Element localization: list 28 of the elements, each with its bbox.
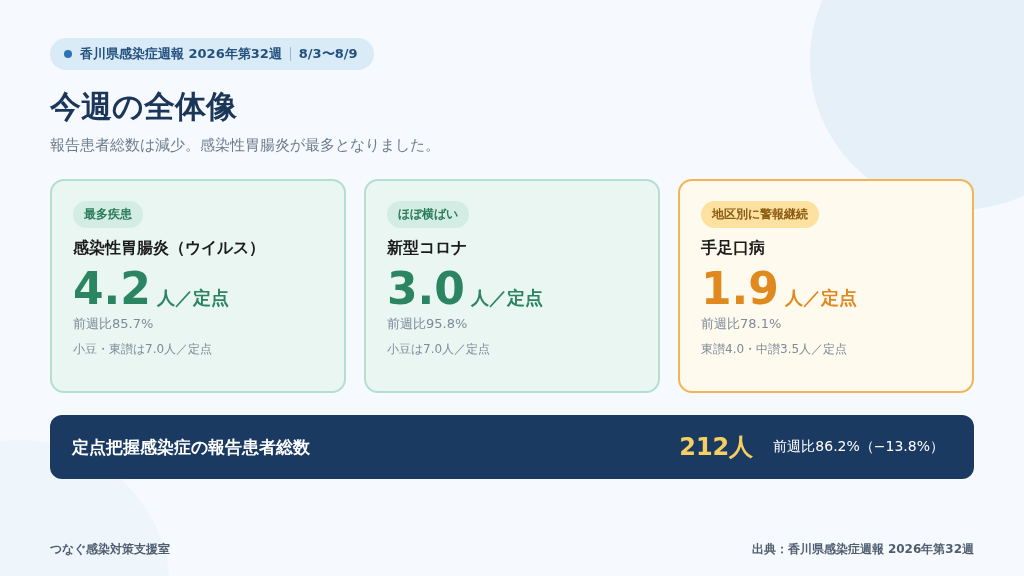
status-badge: 最多疾患 <box>73 201 143 228</box>
total-change: 前週比86.2%（−13.8%） <box>773 438 944 456</box>
rate-value: 1.9 <box>701 265 779 314</box>
week-ratio: 前週比85.7% <box>73 315 154 334</box>
status-badge: 地区別に警報継続 <box>701 201 819 228</box>
rate-unit: 人／定点 <box>784 286 857 310</box>
week-ratio: 前週比78.1% <box>701 315 782 334</box>
rate-unit: 人／定点 <box>156 286 229 310</box>
report-period: 8/3〜8/9 <box>298 45 358 63</box>
total-label: 定点把握感染症の報告患者総数 <box>72 435 311 459</box>
disease-name: 新型コロナ <box>387 238 467 259</box>
rate-unit: 人／定点 <box>470 286 543 310</box>
week-ratio: 前週比95.8% <box>387 315 468 334</box>
status-badge: ほぼ横ばい <box>387 201 469 228</box>
page-subtitle: 報告患者総数は減少。感染性胃腸炎が最多となりました。 <box>50 136 441 155</box>
organization-name: つなぐ感染対策支援室 <box>50 541 170 558</box>
rate-value: 3.0 <box>387 265 465 314</box>
source-note: 出典：香川県感染症週報 2026年第32週 <box>751 541 974 558</box>
disease-name: 手足口病 <box>701 238 765 259</box>
region-note: 小豆・東讃は7.0人／定点 <box>73 341 213 359</box>
rate-value: 4.2 <box>73 265 151 314</box>
dot-icon <box>64 50 72 58</box>
region-note: 小豆は7.0人／定点 <box>387 341 491 359</box>
page-title: 今週の全体像 <box>50 87 238 126</box>
region-note: 東讃4.0・中讃3.5人／定点 <box>701 341 848 359</box>
total-value: 212人 <box>679 432 754 463</box>
report-title: 香川県感染症週報 2026年第32週 <box>80 45 282 63</box>
disease-name: 感染性胃腸炎（ウイルス） <box>73 238 265 259</box>
